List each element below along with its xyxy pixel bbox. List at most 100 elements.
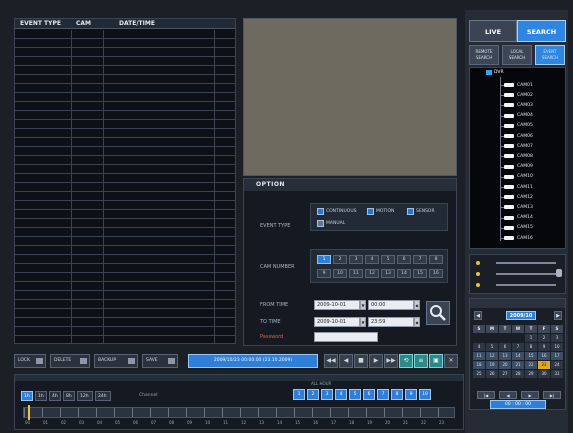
calendar-day[interactable]: 14 — [512, 352, 524, 360]
calendar-day[interactable]: 11 — [473, 352, 485, 360]
search-button[interactable] — [426, 301, 450, 325]
channel-button-5[interactable]: 5 — [349, 389, 361, 400]
channel-button-6[interactable]: 6 — [363, 389, 375, 400]
event-type-manual[interactable]: MANUAL — [317, 220, 345, 227]
camera-item-cam12[interactable]: CAM12 — [504, 193, 533, 201]
cam-number-button-14[interactable]: 14 — [397, 269, 411, 278]
cam-number-button-5[interactable]: 5 — [381, 255, 395, 264]
calendar-day[interactable]: 3 — [551, 334, 563, 342]
search-tab[interactable]: SEARCH — [517, 20, 566, 42]
close-button[interactable]: ✕ — [444, 354, 458, 368]
calendar-day[interactable]: 26 — [486, 370, 498, 378]
event-type-sensor[interactable]: SENSOR — [407, 208, 435, 215]
event-type-motion[interactable]: MOTION — [367, 208, 394, 215]
calendar-day[interactable]: 13 — [499, 352, 511, 360]
list-button[interactable]: ≡ — [414, 354, 428, 368]
lock-button[interactable]: LOCK — [14, 354, 46, 368]
camera-item-cam13[interactable]: CAM13 — [504, 203, 533, 211]
from-time-field[interactable]: 00:00 — [368, 300, 414, 310]
channel-button-3[interactable]: 3 — [321, 389, 333, 400]
scale-button-4[interactable]: 12h — [77, 391, 93, 401]
camera-item-cam14[interactable]: CAM14 — [504, 214, 533, 222]
camera-item-cam16[interactable]: CAM16 — [504, 234, 533, 242]
cam-number-button-12[interactable]: 12 — [365, 269, 379, 278]
camera-item-cam01[interactable]: CAM01 — [504, 81, 533, 89]
calendar-day[interactable]: 21 — [512, 361, 524, 369]
next-month-button[interactable]: ▶ — [554, 311, 562, 320]
cam-number-button-8[interactable]: 8 — [429, 255, 443, 264]
calendar-day[interactable]: 1 — [525, 334, 537, 342]
backup-button[interactable]: BACKUP — [94, 354, 138, 368]
calendar-day[interactable]: 29 — [525, 370, 537, 378]
event-table[interactable]: EVENT TYPE CAM DATE/TIME — [14, 18, 236, 344]
view-button[interactable]: ▣ — [429, 354, 443, 368]
tree-root[interactable]: DVR — [486, 70, 504, 75]
calendar-day[interactable]: 31 — [551, 370, 563, 378]
calendar-day[interactable]: 15 — [525, 352, 537, 360]
event-search-tab[interactable]: EVENT SEARCH — [535, 45, 565, 65]
channel-button-1[interactable]: 1 — [293, 389, 305, 400]
calendar-day[interactable]: 17 — [551, 352, 563, 360]
cam-number-button-10[interactable]: 10 — [333, 269, 347, 278]
camera-item-cam04[interactable]: CAM04 — [504, 112, 533, 120]
calendar-day[interactable]: 18 — [473, 361, 485, 369]
camera-item-cam10[interactable]: CAM10 — [504, 173, 533, 181]
timeline-track[interactable] — [23, 407, 455, 418]
cam-number-button-6[interactable]: 6 — [397, 255, 411, 264]
cam-number-button-15[interactable]: 15 — [413, 269, 427, 278]
cam-number-button-13[interactable]: 13 — [381, 269, 395, 278]
calendar-day[interactable]: 28 — [512, 370, 524, 378]
calendar-day[interactable]: 4 — [473, 343, 485, 351]
camera-item-cam02[interactable]: CAM02 — [504, 91, 533, 99]
scale-button-5[interactable]: 24h — [95, 391, 111, 401]
scale-button-1[interactable]: 1h — [35, 391, 47, 401]
calendar-day[interactable]: 22 — [525, 361, 537, 369]
rewind-button[interactable]: ◀◀ — [324, 354, 338, 368]
calendar-day[interactable]: 12 — [486, 352, 498, 360]
cam-number-button-7[interactable]: 7 — [413, 255, 427, 264]
channel-button-8[interactable]: 8 — [391, 389, 403, 400]
camera-item-cam05[interactable]: CAM05 — [504, 122, 533, 130]
calendar-day[interactable]: 24 — [551, 361, 563, 369]
stop-button[interactable]: ■ — [354, 354, 368, 368]
camera-tree[interactable]: DVR CAM01 CAM02 CAM03 CAM04 CAM05 CAM06 CAM07 C… — [469, 67, 566, 249]
scale-button-3[interactable]: 8h — [63, 391, 75, 401]
scale-button-0[interactable]: 1h — [21, 391, 33, 401]
delete-button[interactable]: DELETE — [50, 354, 90, 368]
calendar-day[interactable]: 7 — [512, 343, 524, 351]
calendar-month[interactable]: 2009/10 — [506, 311, 536, 320]
password-field[interactable] — [314, 332, 378, 342]
camera-item-cam15[interactable]: CAM15 — [504, 224, 533, 232]
step-back-button[interactable]: ◀ — [339, 354, 353, 368]
speed-slider[interactable] — [496, 273, 556, 275]
camera-item-cam03[interactable]: CAM03 — [504, 101, 533, 109]
calendar-day[interactable]: 6 — [499, 343, 511, 351]
channel-button-7[interactable]: 7 — [377, 389, 389, 400]
column-cam[interactable]: CAM — [71, 19, 101, 28]
from-date-dropdown[interactable]: ▼ — [360, 300, 366, 310]
cam-number-button-1[interactable]: 1 — [317, 255, 331, 264]
local-search-tab[interactable]: LOCAL SEARCH — [502, 45, 532, 65]
calendar-day[interactable]: 16 — [538, 352, 550, 360]
event-type-continuous[interactable]: CONTINUOUS — [317, 208, 356, 215]
camera-item-cam11[interactable]: CAM11 — [504, 183, 533, 191]
calendar-day[interactable]: 23 — [538, 361, 550, 369]
calendar-day[interactable]: 19 — [486, 361, 498, 369]
cam-number-button-2[interactable]: 2 — [333, 255, 347, 264]
to-time-field[interactable]: 23:59 — [368, 317, 414, 327]
cam-number-button-16[interactable]: 16 — [429, 269, 443, 278]
prev-month-button[interactable]: ◀ — [474, 311, 482, 320]
calendar-day[interactable]: 8 — [525, 343, 537, 351]
column-event-type[interactable]: EVENT TYPE — [15, 19, 71, 28]
camera-item-cam06[interactable]: CAM06 — [504, 132, 533, 140]
slider-handle[interactable] — [556, 269, 562, 277]
channel-button-10[interactable]: 10 — [419, 389, 431, 400]
calendar-day[interactable]: 5 — [486, 343, 498, 351]
scale-button-2[interactable]: 4h — [49, 391, 61, 401]
play-button[interactable]: ▶ — [369, 354, 383, 368]
channel-button-2[interactable]: 2 — [307, 389, 319, 400]
from-time-spinner[interactable]: ◆ — [414, 300, 420, 310]
column-date-time[interactable]: DATE/TIME — [101, 19, 231, 28]
live-tab[interactable]: LIVE — [469, 20, 517, 42]
remote-search-tab[interactable]: REMOTE SEARCH — [469, 45, 499, 65]
